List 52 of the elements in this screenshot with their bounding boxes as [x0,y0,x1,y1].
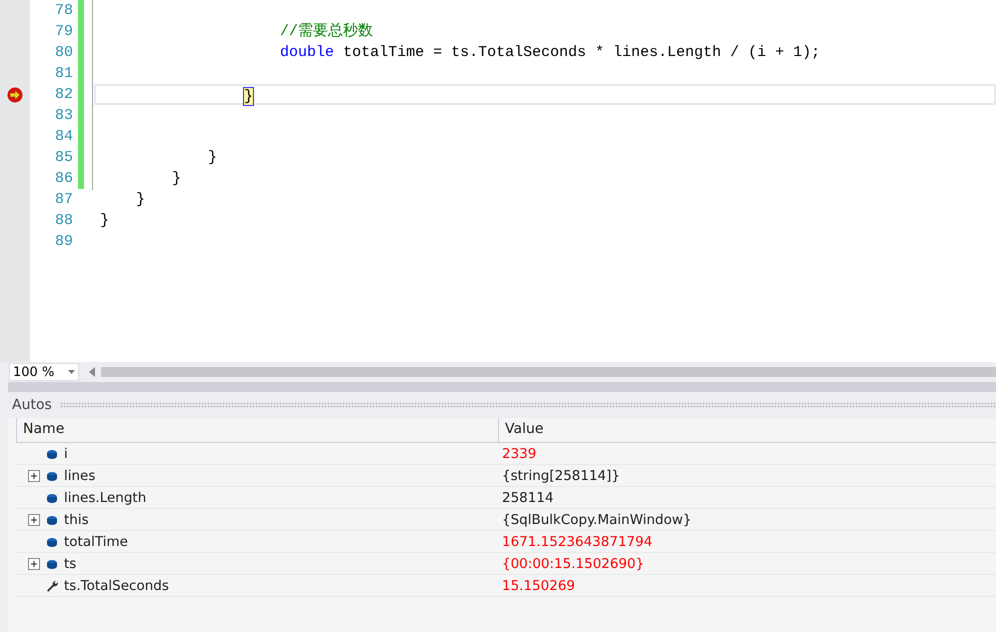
line-number: 80 [54,43,74,63]
line-number: 86 [54,169,74,189]
variable-value: {SqlBulkCopy.MainWindow} [501,512,693,528]
variable-name: totalTime [64,534,128,550]
variable-icon [46,470,58,482]
line-number: 85 [54,148,74,168]
line-number: 83 [54,106,74,126]
variable-value: {string[258114]} [501,468,621,484]
line-number: 78 [54,1,74,21]
caret-icon[interactable] [68,370,75,374]
variable-name: lines.Length [64,490,146,506]
code-text: } [172,170,182,187]
variable-icon [46,492,58,504]
expand-icon[interactable] [28,558,40,570]
variable-icon [46,558,58,570]
variable-name: i [64,446,68,462]
variable-icon [46,448,58,460]
scroll-left-icon[interactable] [89,367,95,377]
horizontal-scrollbar[interactable] [101,367,996,377]
code-text: } [136,191,146,208]
variable-value: 258114 [501,490,555,506]
variable-value: 2339 [501,446,538,462]
code-text: } [208,149,218,166]
variable-value: 1671.1523643871794 [501,534,654,550]
variable-icon [46,514,58,526]
panel-title: Autos [12,397,52,413]
line-number: 81 [54,64,74,84]
code-comment: //需要总秒数 [280,23,374,40]
code-keyword: double [280,44,334,61]
wrench-icon [46,580,58,592]
variable-name: this [64,512,89,528]
line-number: 84 [54,127,74,147]
line-number: 87 [54,190,74,210]
code-text: totalTime = ts.TotalSeconds * lines.Length / (i + 1); [343,44,820,61]
matched-brace: } [244,88,254,105]
zoom-dropdown[interactable]: 100 % [9,363,79,381]
line-number: 89 [54,232,74,252]
variable-icon [46,536,58,548]
code-text: } [100,212,110,229]
variable-value: 15.150269 [501,578,576,594]
line-number: 82 [54,85,74,105]
expand-icon[interactable] [28,470,40,482]
line-number: 79 [54,22,74,42]
variable-name: lines [64,468,96,484]
variable-name: ts [64,556,76,572]
variable-name: ts.TotalSeconds [64,578,169,594]
line-number: 88 [54,211,74,231]
column-header[interactable]: Value [498,418,996,442]
grip-handle[interactable] [60,402,996,408]
expand-icon[interactable] [28,514,40,526]
variable-value: {00:00:15.1502690} [501,556,646,572]
column-header[interactable]: Name [16,418,498,442]
